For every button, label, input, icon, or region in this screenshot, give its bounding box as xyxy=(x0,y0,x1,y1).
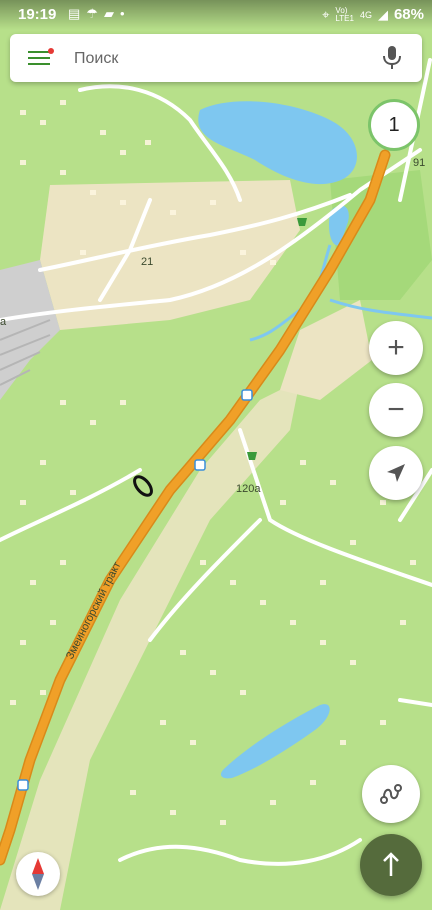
location-arrow-icon xyxy=(387,464,405,482)
minus-icon: − xyxy=(387,393,405,426)
battery-percent: 68% xyxy=(393,6,424,23)
routes-button[interactable] xyxy=(362,765,420,823)
status-right: ⌖ Vo) LTE1 4G ◢ 68% xyxy=(322,6,424,23)
signal-label: 4G xyxy=(359,9,372,20)
zoom-out-button[interactable]: − xyxy=(369,383,423,437)
location-pin-icon: ⌖ xyxy=(322,6,330,22)
route-icon xyxy=(380,784,402,804)
plus-icon: + xyxy=(387,331,405,364)
navigate-button[interactable] xyxy=(360,834,422,896)
my-location-button[interactable] xyxy=(369,446,423,500)
compass-icon xyxy=(32,858,44,890)
menu-icon xyxy=(28,51,50,53)
message-icon: ▤ xyxy=(68,6,81,21)
compass-button[interactable] xyxy=(16,852,60,896)
status-bar: 19:19 ▤ ☂ ▰ • ⌖ Vo) LTE1 4G ◢ 68% xyxy=(0,0,432,30)
zoom-in-button[interactable]: + xyxy=(369,321,423,375)
house-label-21: 21 xyxy=(141,256,153,268)
map-canvas[interactable]: 21 120а 91 а Змеиногорский тракт xyxy=(0,0,432,910)
status-time: 19:19 xyxy=(18,6,57,23)
network-label: Vo) LTE1 xyxy=(335,5,354,23)
notification-icons: ▤ ☂ ▰ • xyxy=(68,6,125,22)
search-bar[interactable] xyxy=(10,34,422,82)
search-input[interactable] xyxy=(72,46,366,72)
umbrella-icon: ☂ xyxy=(86,6,98,21)
signal-icon: ◢ xyxy=(377,6,388,22)
microphone-icon[interactable] xyxy=(380,44,404,72)
house-label-120a: 120а xyxy=(236,483,261,495)
house-label-91: 91 xyxy=(413,157,425,169)
arrow-up-icon xyxy=(383,852,399,876)
edge-label-a: а xyxy=(0,316,7,328)
layers-count: 1 xyxy=(388,113,400,136)
dot-icon: • xyxy=(119,6,125,21)
folder-icon: ▰ xyxy=(103,6,114,21)
notification-dot xyxy=(48,48,54,54)
layers-count-button[interactable]: 1 xyxy=(368,99,420,151)
menu-button[interactable] xyxy=(24,46,54,70)
